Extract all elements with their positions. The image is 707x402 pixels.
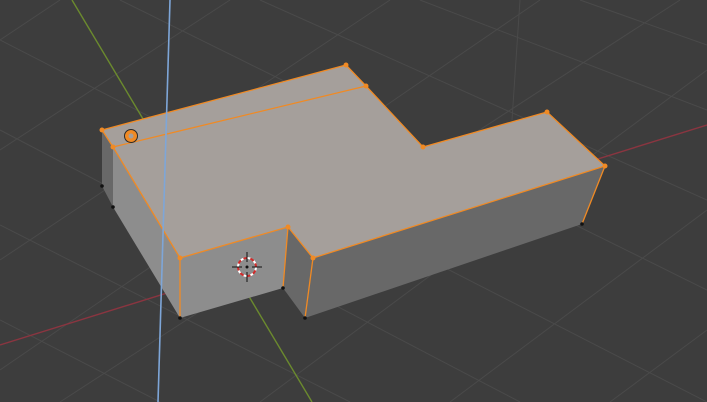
vertex[interactable] [602, 163, 608, 169]
vertex[interactable] [111, 205, 115, 209]
vertex[interactable] [420, 144, 426, 150]
selected-mesh[interactable] [99, 62, 608, 320]
vertex[interactable] [303, 316, 307, 320]
vertex[interactable] [110, 144, 116, 150]
viewport-scene[interactable] [0, 0, 707, 402]
vertex[interactable] [177, 255, 183, 261]
vertex[interactable] [99, 127, 105, 133]
vertex[interactable] [100, 184, 104, 188]
object-origin-icon[interactable] [124, 129, 138, 143]
vertex[interactable] [544, 109, 550, 115]
vertex[interactable] [281, 286, 285, 290]
vertex[interactable] [310, 255, 316, 261]
vertex[interactable] [363, 83, 369, 89]
3d-viewport[interactable] [0, 0, 707, 402]
vertex[interactable] [178, 316, 182, 320]
vertex[interactable] [580, 222, 584, 226]
vertex[interactable] [285, 224, 291, 230]
vertex[interactable] [343, 62, 349, 68]
